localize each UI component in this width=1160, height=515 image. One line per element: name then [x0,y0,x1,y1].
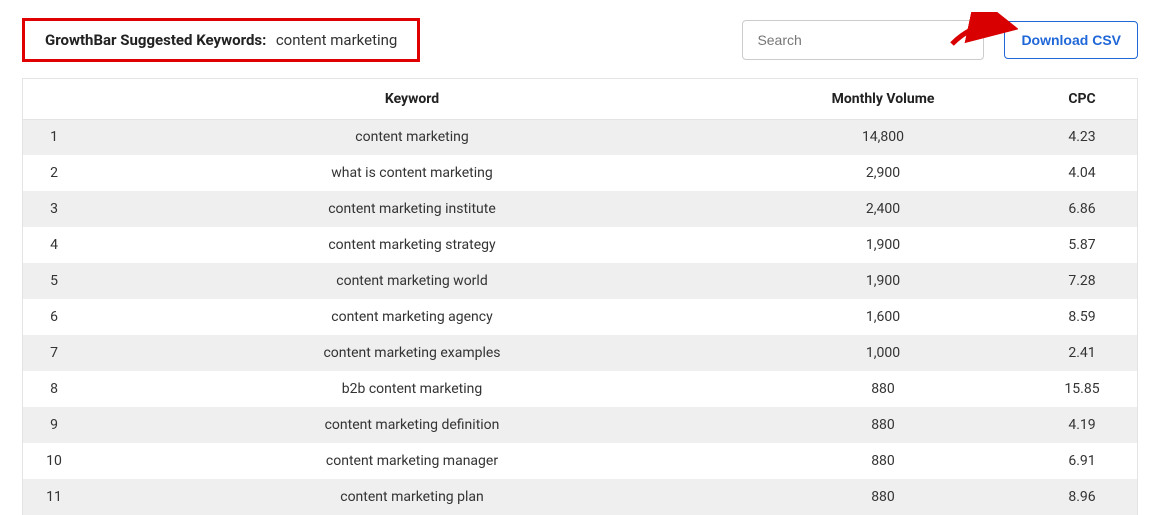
row-volume: 880 [739,407,1027,443]
row-cpc: 4.23 [1027,119,1137,155]
row-cpc: 8.96 [1027,479,1137,515]
table-row: 8b2b content marketing88015.85 [23,371,1137,407]
row-cpc: 8.59 [1027,299,1137,335]
column-header-volume[interactable]: Monthly Volume [739,79,1027,119]
row-cpc: 6.86 [1027,191,1137,227]
row-volume: 1,600 [739,299,1027,335]
row-keyword: content marketing [85,119,739,155]
row-index: 1 [23,119,85,155]
row-keyword: content marketing manager [85,443,739,479]
row-cpc: 4.19 [1027,407,1137,443]
column-header-index[interactable] [23,79,85,119]
row-volume: 880 [739,479,1027,515]
row-keyword: what is content marketing [85,155,739,191]
page-title-label: GrowthBar Suggested Keywords: [45,31,266,49]
row-volume: 1,900 [739,227,1027,263]
row-index: 8 [23,371,85,407]
table-row: 7content marketing examples1,0002.41 [23,335,1137,371]
row-keyword: content marketing institute [85,191,739,227]
row-volume: 2,400 [739,191,1027,227]
row-cpc: 15.85 [1027,371,1137,407]
row-volume: 880 [739,443,1027,479]
row-keyword: content marketing examples [85,335,739,371]
row-index: 2 [23,155,85,191]
row-keyword: content marketing plan [85,479,739,515]
row-index: 9 [23,407,85,443]
column-header-cpc[interactable]: CPC [1027,79,1137,119]
table-row: 5content marketing world1,9007.28 [23,263,1137,299]
table-row: 2what is content marketing2,9004.04 [23,155,1137,191]
table-header-row: Keyword Monthly Volume CPC [23,79,1137,119]
row-keyword: content marketing world [85,263,739,299]
row-cpc: 7.28 [1027,263,1137,299]
row-keyword: content marketing definition [85,407,739,443]
row-index: 7 [23,335,85,371]
row-index: 3 [23,191,85,227]
row-volume: 1,000 [739,335,1027,371]
row-cpc: 6.91 [1027,443,1137,479]
row-index: 10 [23,443,85,479]
table-row: 10content marketing manager8806.91 [23,443,1137,479]
row-index: 11 [23,479,85,515]
table-row: 6content marketing agency1,6008.59 [23,299,1137,335]
table-row: 11content marketing plan8808.96 [23,479,1137,515]
page-title-value: content marketing [276,31,398,49]
row-volume: 1,900 [739,263,1027,299]
column-header-keyword[interactable]: Keyword [85,79,739,119]
row-cpc: 4.04 [1027,155,1137,191]
row-keyword: b2b content marketing [85,371,739,407]
row-cpc: 2.41 [1027,335,1137,371]
table-row: 4content marketing strategy1,9005.87 [23,227,1137,263]
row-keyword: content marketing strategy [85,227,739,263]
table-row: 9content marketing definition8804.19 [23,407,1137,443]
row-volume: 880 [739,371,1027,407]
search-input[interactable] [742,20,984,60]
row-volume: 2,900 [739,155,1027,191]
row-index: 4 [23,227,85,263]
row-cpc: 5.87 [1027,227,1137,263]
page-title-box: GrowthBar Suggested Keywords: content ma… [22,18,420,62]
row-index: 6 [23,299,85,335]
keywords-table: Keyword Monthly Volume CPC 1content mark… [22,78,1138,515]
row-index: 5 [23,263,85,299]
row-volume: 14,800 [739,119,1027,155]
download-csv-button[interactable]: Download CSV [1004,21,1138,59]
table-row: 1content marketing14,8004.23 [23,119,1137,155]
table-row: 3content marketing institute2,4006.86 [23,191,1137,227]
row-keyword: content marketing agency [85,299,739,335]
